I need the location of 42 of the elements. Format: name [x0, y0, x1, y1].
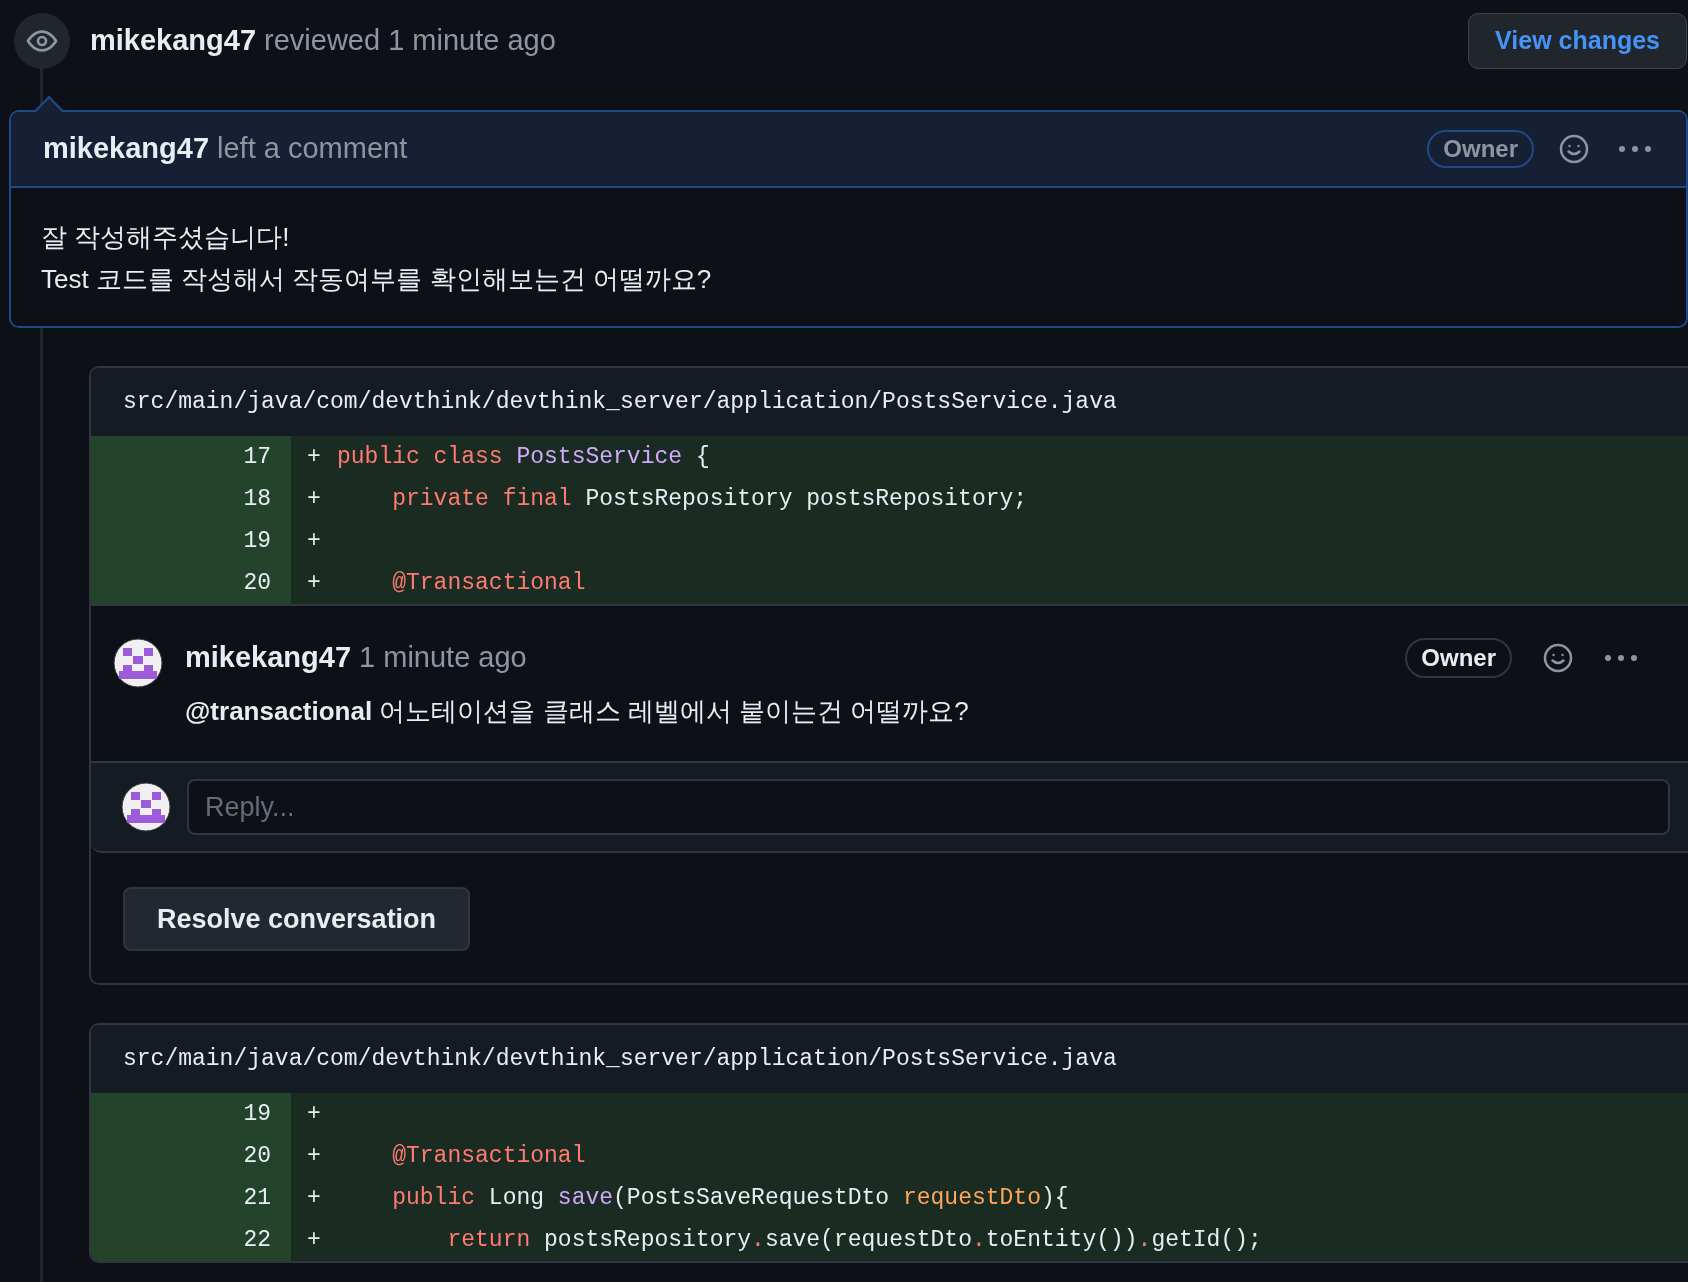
more-options-icon[interactable] — [1604, 654, 1638, 662]
line-number: 20 — [243, 568, 271, 598]
emoji-reaction-icon[interactable] — [1558, 133, 1590, 165]
line-number: 19 — [243, 1099, 271, 1129]
code-line: return postsRepository.save(requestDto.toEntity()).getId(); — [446, 1225, 1262, 1255]
code-line: private final PostsRepository postsRepository; — [391, 484, 1028, 514]
review-status: reviewed 1 minute ago — [264, 23, 556, 59]
line-number: 18 — [243, 484, 271, 514]
timestamp[interactable]: 1 minute ago — [359, 636, 527, 680]
line-number: 22 — [243, 1225, 271, 1255]
line-number: 20 — [243, 1141, 271, 1171]
line-number: 17 — [243, 442, 271, 472]
avatar-icon — [113, 638, 163, 688]
diff-sign: + — [307, 568, 322, 598]
code-line: @Transactional — [391, 1141, 586, 1171]
reply-field[interactable]: Reply... — [187, 779, 1670, 835]
author-name[interactable]: mikekang47 — [43, 127, 210, 171]
comment-status: left a comment — [217, 131, 408, 167]
code-line: public Long save(PostsSaveRequestDto requestDto){ — [391, 1183, 1069, 1213]
diff-sign: + — [307, 1141, 322, 1171]
comment-text: @transactional 어노테이션을 클래스 레벨에서 붙이는건 어떨까요? — [185, 695, 970, 728]
code-line: @Transactional — [391, 568, 586, 598]
more-options-icon[interactable] — [1618, 145, 1652, 153]
diff-sign: + — [307, 1183, 322, 1213]
diff-sign: + — [307, 1225, 322, 1255]
author-name[interactable]: mikekang47 — [90, 19, 257, 63]
view-changes-button[interactable]: View changes — [1468, 13, 1687, 69]
resolve-conversation-button[interactable]: Resolve conversation — [123, 887, 471, 951]
code-line: public class PostsService { — [337, 442, 710, 472]
diff-sign: + — [307, 484, 322, 514]
emoji-reaction-icon[interactable] — [1542, 642, 1574, 674]
owner-label: Owner — [1405, 638, 1512, 678]
diff-sign: + — [307, 442, 322, 472]
line-number: 21 — [243, 1183, 271, 1213]
comment-text: 잘 작성해주셨습니다! — [41, 221, 291, 254]
diff-sign: + — [307, 526, 322, 556]
avatar-icon — [121, 782, 171, 832]
diff-sign: + — [307, 1099, 322, 1129]
author-name[interactable]: mikekang47 — [185, 636, 352, 680]
owner-label: Owner — [1427, 130, 1534, 168]
comment-text: Test 코드를 작성해서 작동여부를 확인해보는건 어떨까요? — [41, 263, 713, 296]
line-number: 19 — [243, 526, 271, 556]
